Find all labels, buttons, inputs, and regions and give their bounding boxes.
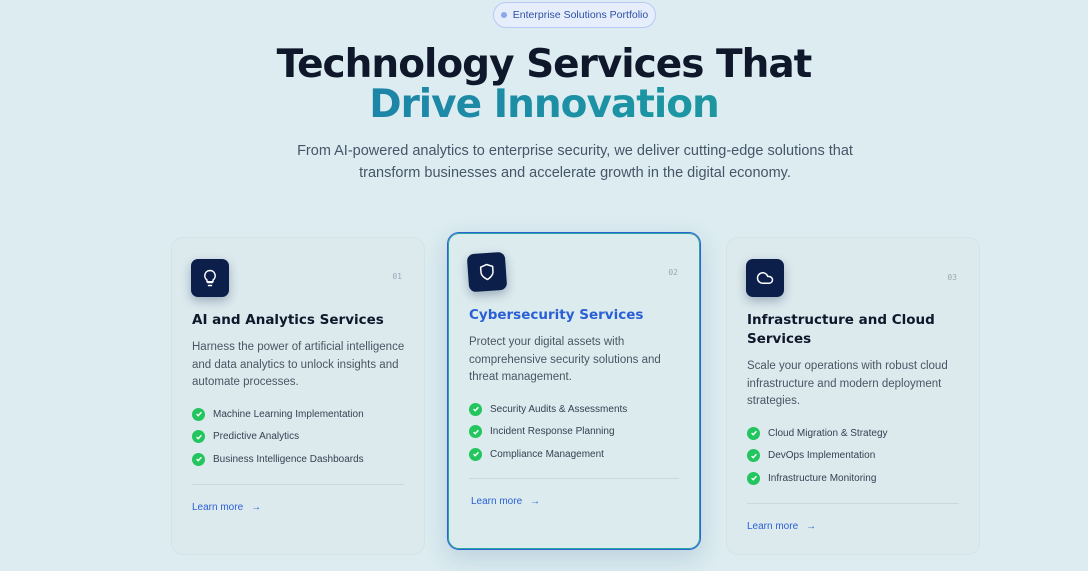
- feature-item: Predictive Analytics: [192, 426, 364, 449]
- feature-item: Machine Learning Implementation: [192, 403, 364, 426]
- card-number: 03: [947, 273, 957, 282]
- feature-item: Incident Response Planning: [469, 421, 627, 444]
- card-description: Protect your digital assets with compreh…: [469, 336, 661, 383]
- card-number: 02: [668, 268, 678, 277]
- card-number: 01: [392, 272, 402, 281]
- check-icon: [747, 471, 760, 485]
- check-icon: [192, 452, 205, 466]
- feature-item: Compliance Management: [469, 443, 627, 466]
- check-icon: [747, 449, 760, 463]
- feature-item: Infrastructure Monitoring: [747, 467, 888, 490]
- badge-dot: [500, 12, 507, 18]
- feature-item: Business Intelligence Dashboards: [192, 448, 364, 471]
- service-card-cybersecurity[interactable]: 02 Cybersecurity Services Protect your d…: [447, 232, 701, 550]
- badge-label: Enterprise Solutions Portfolio: [512, 9, 649, 21]
- feature-list: Cloud Migration & Strategy DevOps Implem…: [747, 422, 888, 490]
- card-description: Harness the power of artificial intellig…: [192, 341, 405, 388]
- check-icon: [469, 425, 482, 439]
- feature-item: Security Audits & Assessments: [469, 398, 627, 421]
- check-icon: [469, 447, 482, 461]
- learn-more-link[interactable]: Learn more →: [747, 521, 816, 532]
- hero-title-line1: Technology Services That: [276, 42, 813, 87]
- card-divider: [469, 478, 679, 479]
- check-icon: [747, 426, 760, 440]
- card-title: AI and Analytics Services: [192, 312, 384, 328]
- arrow-right-icon: →: [806, 521, 817, 532]
- arrow-right-icon: →: [251, 502, 262, 513]
- check-icon: [192, 407, 205, 421]
- shield-icon: [466, 251, 508, 293]
- service-card-infrastructure[interactable]: 03 Infrastructure and Cloud Services Sca…: [726, 237, 980, 555]
- check-icon: [192, 430, 205, 444]
- lightbulb-icon: [191, 259, 229, 297]
- learn-more-link[interactable]: Learn more →: [192, 502, 261, 513]
- hero-title-line2: Drive Innovation: [0, 82, 1088, 127]
- arrow-right-icon: →: [530, 496, 541, 507]
- card-divider: [192, 484, 404, 485]
- feature-item: Cloud Migration & Strategy: [747, 422, 888, 445]
- card-title: Infrastructure and Cloud Services: [747, 312, 935, 347]
- portfolio-badge: Enterprise Solutions Portfolio: [493, 2, 656, 28]
- card-divider: [747, 503, 959, 504]
- card-description: Scale your operations with robust cloud …: [747, 360, 948, 407]
- feature-item: DevOps Implementation: [747, 445, 888, 468]
- cloud-icon: [746, 259, 784, 297]
- feature-list: Security Audits & Assessments Incident R…: [469, 398, 627, 466]
- feature-list: Machine Learning Implementation Predicti…: [192, 403, 364, 471]
- learn-more-link[interactable]: Learn more →: [471, 496, 540, 507]
- card-title: Cybersecurity Services: [469, 307, 644, 323]
- hero-subtitle: From AI-powered analytics to enterprise …: [297, 143, 853, 181]
- service-card-ai[interactable]: 01 AI and Analytics Services Harness the…: [171, 237, 425, 555]
- check-icon: [469, 402, 482, 416]
